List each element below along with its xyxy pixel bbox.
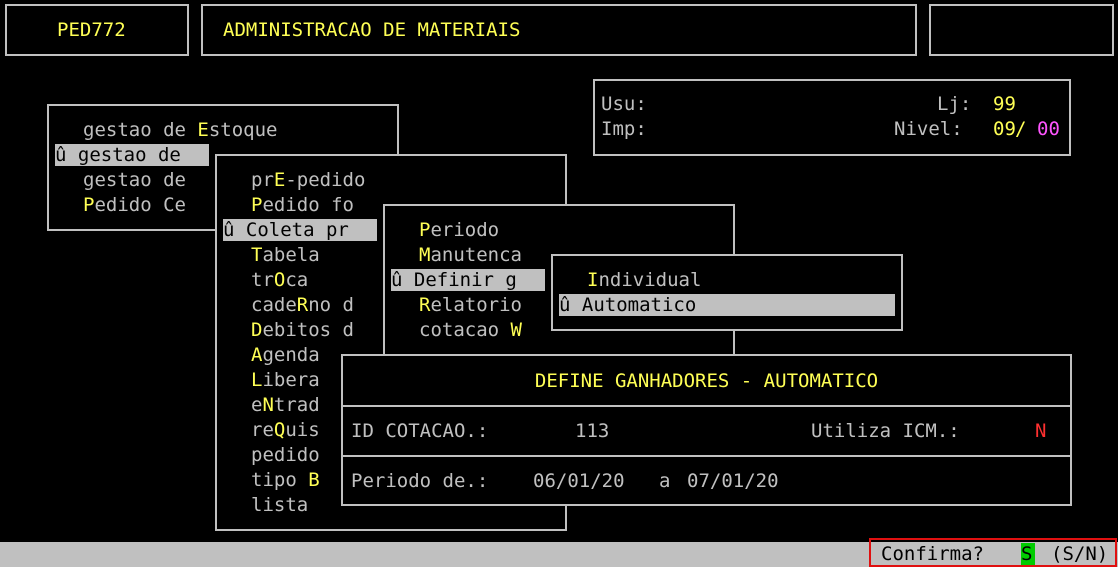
dialog-divider-1 — [343, 405, 1070, 407]
menu2-item-debitos[interactable]: Debitos d — [251, 319, 354, 341]
menu3-item-selected[interactable]: û Definir g — [391, 269, 545, 291]
title-box: ADMINISTRACAO DE MATERIAIS — [201, 4, 917, 56]
program-code: PED772 — [57, 19, 126, 41]
menu2-item-troca[interactable]: trOca — [251, 269, 308, 291]
menu1-item-gestao[interactable]: gestao de — [83, 169, 186, 191]
confirm-options: (S/N) — [1051, 543, 1109, 565]
menu-level-4: Individual û Automatico — [551, 254, 903, 331]
nivel-value-b: 00 — [1037, 118, 1060, 140]
menu2-item-selected[interactable]: û Coleta pr — [223, 219, 377, 241]
lj-label: Lj: — [937, 93, 972, 115]
periodo-from-field[interactable]: 06/01/20 — [533, 470, 625, 492]
menu2-item-caderno[interactable]: cadeRno d — [251, 294, 354, 316]
confirm-prompt: Confirma? S (S/N) — [869, 538, 1117, 567]
menu2-item-tabela[interactable]: Tabela — [251, 244, 320, 266]
id-cotacao-field[interactable]: 113 — [575, 420, 609, 442]
menu1-item-pedido[interactable]: Pedido Ce — [83, 194, 186, 216]
utiliza-icm-field[interactable]: N — [1035, 420, 1046, 442]
menu2-item-pedido-fo[interactable]: Pedido fo — [251, 194, 354, 216]
menu2-item-pre-pedido[interactable]: prE-pedido — [251, 169, 365, 191]
id-cotacao-label: ID COTACAO.: — [351, 420, 489, 442]
menu3-item-periodo[interactable]: Periodo — [419, 219, 499, 241]
menu3-item-relatorio[interactable]: Relatorio — [419, 294, 522, 316]
dialog-title: DEFINE GANHADORES - AUTOMATICO — [534, 370, 879, 392]
utiliza-icm-label: Utiliza ICM.: — [811, 420, 960, 442]
dialog-divider-2 — [343, 455, 1070, 457]
menu2-item-entrad[interactable]: eNtrad — [251, 394, 320, 416]
user-panel: Usu: Imp: Lj: 99 Nivel: 09 / 00 — [593, 79, 1071, 156]
periodo-to-field[interactable]: 07/01/20 — [687, 470, 779, 492]
nivel-label: Nivel: — [894, 118, 963, 140]
menu3-item-manutencao[interactable]: Manutenca — [419, 244, 522, 266]
nivel-value-a: 09 — [993, 118, 1016, 140]
menu2-item-tipo[interactable]: tipo B — [251, 469, 320, 491]
confirm-input[interactable]: S — [1021, 543, 1035, 565]
header-right-box — [929, 4, 1114, 56]
confirm-label: Confirma? — [881, 543, 984, 565]
program-code-box: PED772 — [5, 4, 189, 56]
menu4-item-automatico[interactable]: û Automatico — [559, 294, 895, 316]
menu2-item-requis[interactable]: reQuis — [251, 419, 320, 441]
usu-label: Usu: — [601, 93, 647, 115]
periodo-label: Periodo de.: — [351, 470, 489, 492]
imp-label: Imp: — [601, 118, 647, 140]
menu2-item-libera[interactable]: Libera — [251, 369, 320, 391]
app-title: ADMINISTRACAO DE MATERIAIS — [223, 19, 521, 41]
define-ganhadores-dialog: DEFINE GANHADORES - AUTOMATICO ID COTACA… — [341, 354, 1072, 506]
menu4-item-individual[interactable]: Individual — [587, 269, 701, 291]
menu2-item-agenda[interactable]: Agenda — [251, 344, 320, 366]
menu2-item-pedido[interactable]: pedido — [251, 444, 320, 466]
menu3-item-cotacao[interactable]: cotacao W — [419, 319, 522, 341]
menu1-item-selected[interactable]: û gestao de — [55, 144, 209, 166]
lj-value: 99 — [993, 93, 1016, 115]
nivel-separator: / — [1015, 118, 1027, 140]
periodo-separator: a — [659, 470, 671, 492]
menu2-item-lista[interactable]: lista — [251, 494, 308, 516]
menu1-item-gestao-estoque[interactable]: gestao de Estoque — [83, 119, 277, 141]
